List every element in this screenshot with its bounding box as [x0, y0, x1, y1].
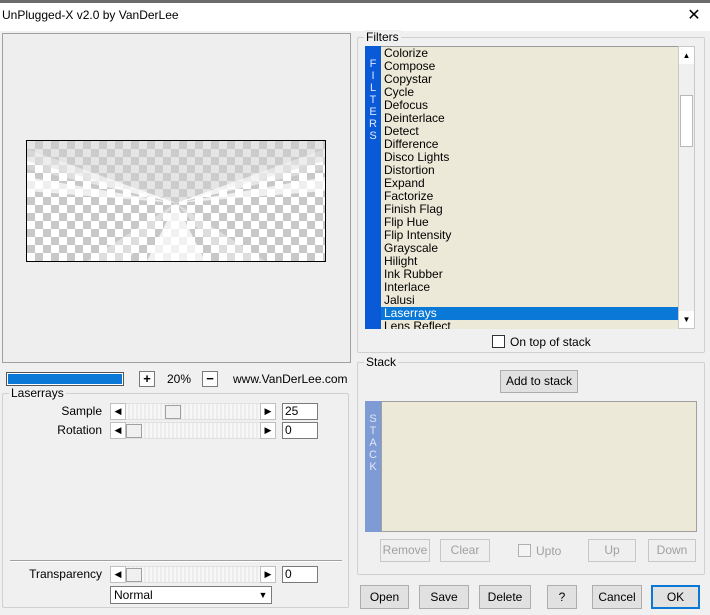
scroll-up-arrow[interactable]: ▲	[679, 47, 694, 64]
sample-track[interactable]	[126, 403, 260, 420]
side-letter: S	[369, 413, 377, 425]
preview-panel	[2, 33, 351, 363]
open-button[interactable]: Open	[360, 585, 409, 609]
progress-fill	[8, 374, 122, 384]
cancel-button[interactable]: Cancel	[592, 585, 642, 609]
scrollbar-thumb[interactable]	[680, 95, 693, 147]
delete-button[interactable]: Delete	[479, 585, 531, 609]
side-letter: I	[371, 70, 375, 82]
save-button[interactable]: Save	[419, 585, 469, 609]
website-link[interactable]: www.VanDerLee.com	[233, 372, 348, 386]
separator	[10, 560, 342, 562]
sample-thumb[interactable]	[165, 405, 181, 419]
side-letter: L	[369, 82, 377, 94]
upto-label[interactable]: Upto	[536, 544, 561, 558]
sample-decrease-arrow[interactable]: ◀	[110, 403, 126, 420]
side-letter: T	[369, 425, 377, 437]
rotation-label: Rotation	[57, 423, 102, 437]
sample-increase-arrow[interactable]: ▶	[260, 403, 276, 420]
on-top-checkbox[interactable]	[492, 335, 505, 348]
zoom-out-button[interactable]: −	[202, 371, 218, 387]
filters-side-banner: FILTERS	[365, 46, 381, 329]
rotation-thumb[interactable]	[126, 424, 142, 438]
filter-list-item[interactable]: Distortion	[381, 164, 678, 177]
up-button[interactable]: Up	[588, 539, 636, 562]
filter-list-item[interactable]: Lens Reflect	[381, 320, 678, 330]
side-letter: R	[369, 118, 377, 130]
add-to-stack-button[interactable]: Add to stack	[500, 370, 578, 393]
laserrays-render	[27, 141, 325, 261]
side-letter: S	[369, 130, 377, 142]
filter-list-item[interactable]: Deinterlace	[381, 112, 678, 125]
filter-list-item[interactable]: Grayscale	[381, 242, 678, 255]
close-button[interactable]: ✕	[680, 4, 708, 28]
chevron-down-icon[interactable]: ▼	[256, 588, 270, 602]
transparency-value-field[interactable]: 0	[282, 566, 318, 583]
remove-button[interactable]: Remove	[380, 539, 430, 562]
transparency-label: Transparency	[29, 567, 102, 581]
side-letter: K	[369, 461, 377, 473]
scroll-down-arrow[interactable]: ▼	[679, 311, 694, 328]
rotation-value-field[interactable]: 0	[282, 422, 318, 439]
preview-image[interactable]	[26, 140, 326, 262]
progress-bar	[6, 372, 124, 386]
stack-list[interactable]	[381, 401, 697, 532]
stack-title: Stack	[364, 355, 399, 369]
transparency-slider[interactable]: ◀ ▶	[110, 566, 276, 583]
filters-title: Filters	[364, 30, 401, 44]
filters-list[interactable]: Colorize Compose Copystar Cycle Defocus Deint…	[381, 46, 678, 329]
transparency-decrease-arrow[interactable]: ◀	[110, 566, 126, 583]
rotation-slider[interactable]: ◀ ▶	[110, 422, 276, 439]
side-letter: E	[369, 106, 377, 118]
sample-value-field[interactable]: 25	[282, 403, 318, 420]
transparency-thumb[interactable]	[126, 568, 142, 582]
side-letter: A	[369, 437, 377, 449]
zoom-level: 20%	[166, 372, 192, 386]
transparency-increase-arrow[interactable]: ▶	[260, 566, 276, 583]
on-top-label[interactable]: On top of stack	[510, 335, 591, 349]
transparency-track[interactable]	[126, 566, 260, 583]
help-button[interactable]: ?	[547, 585, 577, 609]
rotation-decrease-arrow[interactable]: ◀	[110, 422, 126, 439]
ok-button[interactable]: OK	[651, 585, 700, 609]
side-letter: T	[369, 94, 377, 106]
side-letter: F	[369, 58, 377, 70]
stack-side-banner: STACK	[365, 401, 381, 532]
rotation-increase-arrow[interactable]: ▶	[260, 422, 276, 439]
sample-slider[interactable]: ◀ ▶	[110, 403, 276, 420]
filter-list-item[interactable]: Interlace	[381, 281, 678, 294]
blend-mode-value: Normal	[114, 588, 153, 602]
clear-button[interactable]: Clear	[440, 539, 490, 562]
zoom-in-button[interactable]: +	[139, 371, 155, 387]
side-letter: C	[369, 449, 377, 461]
rotation-track[interactable]	[126, 422, 260, 439]
filter-params-title: Laserrays	[9, 386, 66, 400]
filter-list-item[interactable]: Copystar	[381, 73, 678, 86]
down-button[interactable]: Down	[648, 539, 696, 562]
sample-label: Sample	[61, 404, 102, 418]
upto-checkbox[interactable]	[518, 544, 531, 557]
blend-mode-select[interactable]: Normal ▼	[110, 586, 272, 604]
window-title: UnPlugged-X v2.0 by VanDerLee	[2, 8, 179, 22]
filters-scrollbar[interactable]: ▲ ▼	[678, 46, 695, 329]
